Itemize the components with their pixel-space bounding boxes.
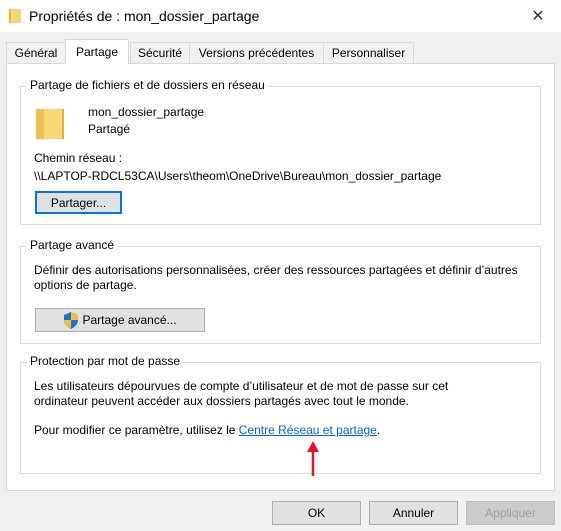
- tab-personnaliser[interactable]: Personnaliser: [323, 42, 414, 63]
- folder-icon: [36, 109, 64, 139]
- network-path-value: \\LAPTOP-RDCL53CA\Users\theom\OneDrive\B…: [34, 169, 442, 183]
- tab-versions-precedentes[interactable]: Versions précédentes: [189, 42, 324, 63]
- password-protection-title: Protection par mot de passe: [27, 354, 184, 368]
- password-description-line2: ordinateur peuvent accéder aux dossiers …: [34, 394, 409, 408]
- advanced-sharing-button[interactable]: Partage avancé...: [35, 308, 205, 332]
- folder-icon: [9, 9, 21, 23]
- folder-name: mon_dossier_partage: [88, 105, 205, 119]
- advanced-sharing-title: Partage avancé: [27, 238, 118, 252]
- tab-general[interactable]: Général: [6, 42, 66, 63]
- red-arrow-icon: [307, 441, 319, 476]
- modify-prefix: Pour modifier ce paramètre, utilisez le: [34, 423, 239, 437]
- window-title: Propriétés de : mon_dossier_partage: [29, 8, 260, 24]
- password-modify-text: Pour modifier ce paramètre, utilisez le …: [34, 423, 380, 437]
- advanced-sharing-button-label: Partage avancé...: [82, 313, 177, 327]
- title-bar: Propriétés de : mon_dossier_partage ✕: [0, 0, 561, 32]
- advanced-sharing-group: Partage avancé Définir des autorisations…: [20, 238, 541, 344]
- network-sharing-title: Partage de fichiers et de dossiers en ré…: [27, 78, 268, 92]
- password-protection-group: Protection par mot de passe Les utilisat…: [20, 354, 541, 476]
- network-sharing-center-link[interactable]: Centre Réseau et partage: [239, 423, 377, 437]
- share-button[interactable]: Partager...: [35, 191, 122, 214]
- tab-partage[interactable]: Partage: [65, 39, 129, 64]
- uac-shield-icon: [64, 311, 79, 329]
- tab-securite[interactable]: Sécurité: [130, 42, 190, 63]
- network-path-label: Chemin réseau :: [34, 151, 123, 165]
- share-status: Partagé: [88, 122, 131, 136]
- advanced-description-line2: options de partage.: [34, 278, 137, 292]
- close-icon: ✕: [531, 8, 545, 25]
- ok-button[interactable]: OK: [272, 501, 361, 525]
- apply-button[interactable]: Appliquer: [466, 501, 555, 525]
- modify-suffix: .: [376, 423, 381, 437]
- network-sharing-group: Partage de fichiers et de dossiers en ré…: [20, 78, 541, 225]
- password-description-line1: Les utilisateurs dépourvues de compte d’…: [34, 379, 449, 393]
- advanced-description-line1: Définir des autorisations personnalisées…: [34, 263, 518, 277]
- close-button[interactable]: ✕: [515, 0, 561, 32]
- cancel-button[interactable]: Annuler: [369, 501, 458, 525]
- tab-panel: Partage de fichiers et de dossiers en ré…: [6, 63, 555, 491]
